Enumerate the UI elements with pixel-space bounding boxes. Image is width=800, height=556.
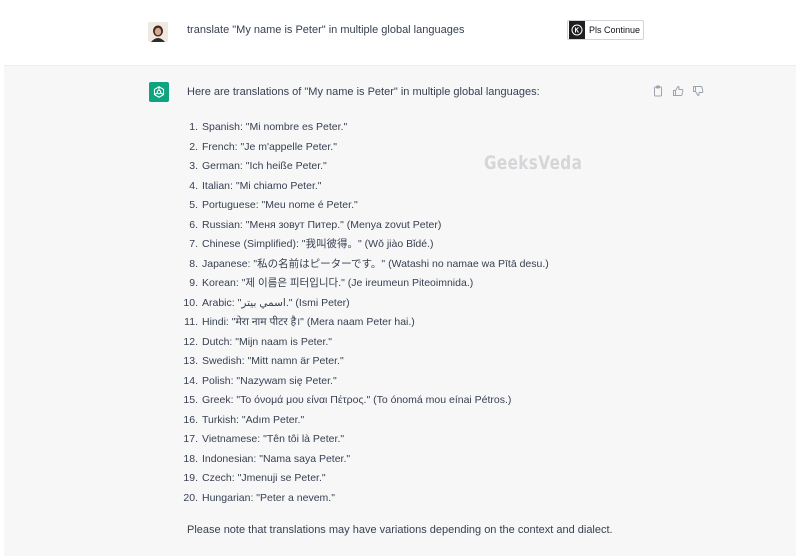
assistant-note-text: Please note that translations may have v… — [187, 524, 613, 536]
list-item: 19. Czech: "Jmenuji se Peter." — [164, 469, 549, 489]
list-item-text: Arabic: "اسمي بيتر." (Ismi Peter) — [202, 296, 350, 309]
assistant-message-row: Here are translations of "My name is Pet… — [4, 65, 796, 556]
list-item-text: Indonesian: "Nama saya Peter." — [202, 452, 351, 465]
list-item-number: 15. — [183, 394, 198, 406]
user-prompt-text: translate "My name is Peter" in multiple… — [187, 24, 465, 36]
list-item-number: 1. — [189, 121, 198, 133]
list-item-text: Vietnamese: "Tên tôi là Peter." — [202, 433, 345, 445]
list-item-text: Russian: "Меня зовут Питер." (Menya zovu… — [202, 218, 442, 231]
thumbs-down-icon[interactable] — [692, 85, 704, 97]
list-item-text: Portuguese: "Meu nome é Peter." — [202, 199, 358, 211]
list-item-number: 18. — [183, 452, 198, 465]
list-item: 12. Dutch: "Mijn naam is Peter." — [164, 333, 549, 353]
list-item: 10. Arabic: "اسمي بيتر." (Ismi Peter) — [164, 294, 549, 314]
list-item: 11. Hindi: "मेरा नाम पीटर है।" (Mera naam… — [164, 313, 549, 333]
list-item: 14. Polish: "Nazywam się Peter." — [164, 372, 549, 392]
list-item-number: 17. — [183, 433, 198, 445]
list-item-number: 6. — [189, 218, 198, 231]
list-item: 9. Korean: "제 이름은 피터입니다." (Je ireumeun Pi… — [164, 274, 549, 294]
list-item-text: French: "Je m'appelle Peter." — [202, 140, 337, 153]
k-badge-icon — [569, 21, 585, 39]
list-item-number: 3. — [189, 160, 198, 172]
list-item: 17. Vietnamese: "Tên tôi là Peter." — [164, 430, 549, 450]
assistant-intro-text: Here are translations of "My name is Pet… — [187, 86, 540, 98]
list-item-number: 16. — [183, 413, 198, 426]
list-item: 7. Chinese (Simplified): "我叫彼得。" (Wǒ jiào… — [164, 235, 549, 255]
list-item-number: 8. — [189, 257, 198, 270]
list-item-number: 9. — [189, 277, 198, 289]
list-item-number: 10. — [183, 296, 198, 309]
list-item: 16. Turkish: "Adım Peter." — [164, 411, 549, 431]
list-item-number: 14. — [183, 374, 198, 387]
list-item: 6. Russian: "Меня зовут Питер." (Menya zo… — [164, 216, 549, 236]
list-item-text: Dutch: "Mijn naam is Peter." — [202, 335, 333, 348]
user-message-row: translate "My name is Peter" in multiple… — [0, 0, 800, 64]
list-item-text: Hindi: "मेरा नाम पीटर है।" (Mera naam Pe… — [202, 316, 415, 328]
list-item-number: 4. — [189, 179, 198, 192]
list-item-text: Czech: "Jmenuji se Peter." — [202, 472, 326, 484]
clipboard-icon[interactable] — [652, 85, 664, 97]
list-item-number: 2. — [189, 140, 198, 153]
list-item: 1. Spanish: "Mi nombre es Peter." — [164, 118, 549, 138]
list-item-text: Chinese (Simplified): "我叫彼得。" (Wǒ jiào B… — [202, 238, 434, 250]
list-item-text: Spanish: "Mi nombre es Peter." — [202, 121, 348, 133]
list-item: 8. Japanese: "私の名前はピーターです。" (Watashi no n… — [164, 255, 549, 275]
list-item-number: 7. — [189, 238, 198, 250]
message-actions — [652, 85, 704, 97]
list-item-text: Swedish: "Mitt namn är Peter." — [202, 355, 344, 367]
list-item-text: Greek: "Το όνομά μου είναι Πέτρος." (To … — [202, 394, 512, 406]
list-item-text: German: "Ich heiße Peter." — [202, 160, 327, 172]
list-item-text: Turkish: "Adım Peter." — [202, 413, 305, 426]
list-item-text: Italian: "Mi chiamo Peter." — [202, 179, 322, 192]
user-avatar — [148, 22, 168, 42]
continue-button[interactable]: Pls Continue — [567, 20, 644, 40]
list-item: 18. Indonesian: "Nama saya Peter." — [164, 450, 549, 470]
list-item-text: Japanese: "私の名前はピーターです。" (Watashi no nam… — [202, 257, 549, 270]
list-item-number: 20. — [183, 491, 198, 504]
list-item: 13. Swedish: "Mitt namn är Peter." — [164, 352, 549, 372]
list-item-number: 5. — [189, 199, 198, 211]
list-item: 3. German: "Ich heiße Peter." — [164, 157, 549, 177]
list-item: 20. Hungarian: "Peter a nevem." — [164, 489, 549, 509]
thumbs-up-icon[interactable] — [672, 85, 684, 97]
list-item: 15. Greek: "Το όνομά μου είναι Πέτρος." (… — [164, 391, 549, 411]
list-item-number: 13. — [183, 355, 198, 367]
list-item-number: 19. — [183, 472, 198, 484]
list-item-number: 12. — [183, 335, 198, 348]
list-item-text: Polish: "Nazywam się Peter." — [202, 374, 337, 387]
list-item: 5. Portuguese: "Meu nome é Peter." — [164, 196, 549, 216]
list-item: 4. Italian: "Mi chiamo Peter." — [164, 177, 549, 197]
list-item-text: Hungarian: "Peter a nevem." — [202, 491, 335, 504]
continue-button-label: Pls Continue — [589, 25, 641, 35]
list-item-text: Korean: "제 이름은 피터입니다." (Je ireumeun Pite… — [202, 277, 474, 289]
list-item-number: 11. — [184, 316, 198, 328]
list-item: 2. French: "Je m'appelle Peter." — [164, 138, 549, 158]
translation-list: 1. Spanish: "Mi nombre es Peter." 2. French… — [164, 118, 549, 509]
openai-logo-icon — [149, 82, 169, 102]
